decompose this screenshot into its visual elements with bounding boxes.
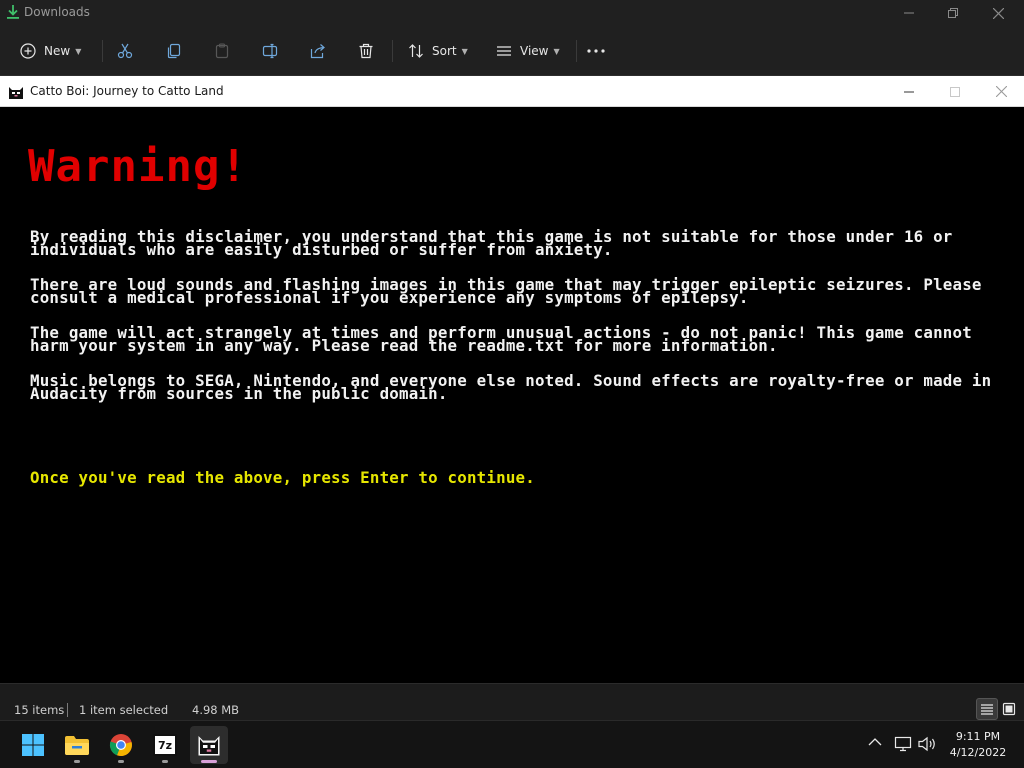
new-button[interactable]: New ▼: [20, 38, 81, 64]
clock-date: 4/12/2022: [949, 746, 1007, 759]
start-icon: [22, 734, 44, 756]
catto-boi-icon: [198, 736, 220, 756]
scissors-icon: [117, 43, 133, 59]
view-label: View: [520, 44, 549, 58]
sort-button[interactable]: Sort ▼: [408, 38, 468, 64]
disclaimer-behavior-paragraph: The game will act strangely at times and…: [30, 323, 982, 355]
close-icon: [995, 86, 1007, 97]
game-maximize-button: [932, 76, 978, 107]
chevron-down-icon: ▼: [461, 46, 468, 56]
warning-heading: Warning!: [28, 141, 248, 192]
share-icon: [310, 44, 325, 59]
explorer-close-button[interactable]: [975, 0, 1021, 26]
taskbar-chrome[interactable]: [102, 726, 140, 764]
close-icon: [992, 7, 1004, 19]
rename-button[interactable]: [262, 38, 278, 64]
rename-icon: [262, 43, 278, 59]
view-button[interactable]: View ▼: [496, 38, 560, 64]
chevron-down-icon: ▼: [75, 46, 82, 56]
catto-boi-app-icon: [8, 84, 24, 100]
explorer-status-bar: 15 items 1 item selected 4.98 MB: [0, 683, 1024, 720]
game-screen[interactable]: Warning! By reading this disclaimer, you…: [0, 107, 1024, 683]
share-button[interactable]: [310, 38, 326, 64]
continue-prompt: Once you've read the above, press Enter …: [30, 468, 535, 487]
chevron-up-icon: [868, 738, 882, 746]
explorer-title: Downloads: [24, 5, 90, 19]
view-list-icon: [497, 46, 511, 56]
clock[interactable]: 9:11 PM 4/12/2022: [940, 729, 1016, 761]
plus-circle-icon: [20, 43, 36, 59]
copy-button[interactable]: [166, 38, 182, 64]
item-count: 15 items: [14, 703, 65, 717]
minimize-icon: [904, 91, 914, 92]
network-icon: [894, 736, 912, 752]
game-window-title: Catto Boi: Journey to Catto Land: [30, 84, 224, 98]
show-hidden-icons-button[interactable]: [868, 736, 882, 751]
paste-icon: [215, 43, 229, 59]
taskbar-7zip[interactable]: 7z: [146, 726, 184, 764]
explorer-minimize-button[interactable]: [886, 0, 932, 26]
maximize-icon: [950, 86, 960, 97]
tiles-view-icon: [1002, 702, 1016, 716]
running-indicator: [162, 760, 168, 763]
chrome-icon: [109, 734, 132, 757]
trash-icon: [359, 43, 373, 59]
taskbar-file-explorer[interactable]: [58, 726, 96, 764]
explorer-restore-button[interactable]: [930, 0, 976, 26]
taskbar: 7z 9:11 PM 4/12/2022: [0, 720, 1024, 768]
details-view-button[interactable]: [976, 698, 998, 720]
restore-icon: [948, 8, 958, 18]
running-indicator: [201, 760, 217, 763]
running-indicator: [118, 760, 124, 763]
toolbar-divider: [102, 40, 103, 62]
delete-button[interactable]: [358, 38, 374, 64]
toolbar-divider: [576, 40, 577, 62]
more-options-button[interactable]: [586, 38, 606, 64]
new-label: New: [44, 44, 71, 58]
copy-icon: [167, 43, 181, 59]
7zip-label: 7z: [157, 738, 173, 752]
details-view-icon: [981, 704, 993, 715]
cut-button[interactable]: [117, 38, 133, 64]
disclaimer-age-paragraph: By reading this disclaimer, you understa…: [30, 227, 963, 259]
paste-button[interactable]: [214, 38, 230, 64]
sort-label: Sort: [432, 44, 457, 58]
start-button[interactable]: [14, 726, 52, 764]
speaker-icon: [918, 736, 935, 752]
chevron-down-icon: ▼: [553, 46, 560, 56]
sort-icon: [409, 44, 423, 58]
taskbar-catto-boi[interactable]: [190, 726, 228, 764]
explorer-titlebar: Downloads: [0, 0, 1024, 26]
more-icon: [587, 49, 605, 53]
tiles-view-button[interactable]: [998, 698, 1020, 720]
selection-count: 1 item selected: [79, 703, 169, 717]
status-divider: [67, 703, 68, 717]
game-minimize-button[interactable]: [886, 76, 932, 107]
volume-button[interactable]: [918, 736, 938, 756]
file-explorer-icon: [65, 736, 89, 755]
7zip-icon: 7z: [153, 734, 177, 756]
disclaimer-credits-paragraph: Music belongs to SEGA, Nintendo, and eve…: [30, 371, 1002, 403]
clock-time: 9:11 PM: [955, 730, 1001, 743]
selection-size: 4.98 MB: [192, 703, 240, 717]
game-window: Catto Boi: Journey to Catto Land Warning…: [0, 76, 1024, 683]
download-folder-icon: [7, 5, 19, 19]
game-titlebar: Catto Boi: Journey to Catto Land: [0, 76, 1024, 107]
disclaimer-epilepsy-paragraph: There are loud sounds and flashing image…: [30, 275, 992, 307]
running-indicator: [74, 760, 80, 763]
minimize-icon: [904, 12, 914, 14]
game-close-button[interactable]: [978, 76, 1024, 107]
network-button[interactable]: [894, 736, 912, 756]
toolbar-divider: [392, 40, 393, 62]
explorer-toolbar: New ▼ Sort ▼ View ▼: [0, 26, 1024, 76]
